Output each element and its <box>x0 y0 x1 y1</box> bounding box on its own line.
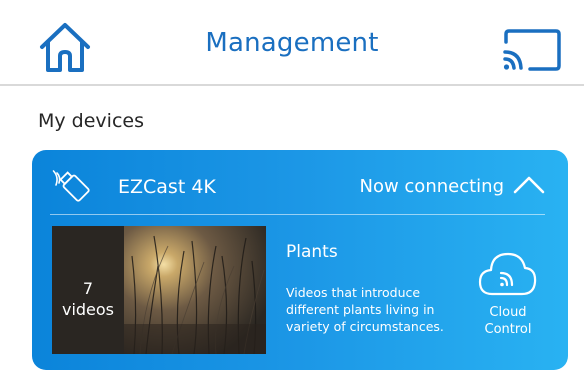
playlist-description: Videos that introduce different plants l… <box>286 285 444 334</box>
cloud-control-label: Cloud Control <box>472 304 544 338</box>
cloud-control-button[interactable]: Cloud Control <box>472 246 544 346</box>
section-heading: My devices <box>38 110 144 132</box>
video-count: 7 videos <box>52 278 124 320</box>
screen-cast-icon <box>503 29 561 71</box>
video-thumbnail[interactable]: 7 videos <box>52 226 266 354</box>
video-playlist-item[interactable]: 7 videos <box>52 226 266 354</box>
top-bar: Management <box>0 0 584 86</box>
playlist-title: Plants <box>286 242 338 262</box>
plants-thumbnail-image <box>124 226 266 354</box>
management-screen: Management My devices EZCast 4K Now conn… <box>0 0 584 380</box>
video-count-number: 7 <box>82 279 94 298</box>
video-count-unit: videos <box>61 300 115 319</box>
cloud-label-line2: Control <box>484 322 532 337</box>
screen-cast-button[interactable] <box>500 28 562 72</box>
cloud-cast-icon <box>478 252 537 296</box>
cloud-label-line1: Cloud <box>489 305 527 320</box>
page-title: Management <box>205 28 379 58</box>
device-card-content: 7 videos Plants Videos that introduce di… <box>32 150 568 370</box>
